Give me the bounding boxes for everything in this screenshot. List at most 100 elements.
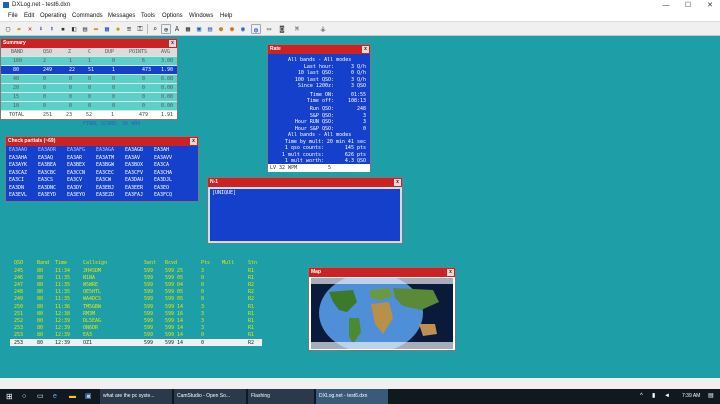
menu-options[interactable]: Options: [162, 13, 183, 19]
partial-callsign[interactable]: EA3FCQ: [154, 192, 172, 198]
export-icon[interactable]: ◧: [69, 24, 79, 34]
log-row[interactable]: 249 80 11:35 WA4DCS 599 599 05 0 R2: [10, 296, 262, 303]
clock[interactable]: 7:39 AM: [682, 389, 700, 404]
import-icon[interactable]: ▦: [102, 24, 112, 34]
partial-callsign[interactable]: EA3EYO: [67, 192, 85, 198]
antenna-icon[interactable]: ⚶: [318, 24, 328, 34]
partial-callsign[interactable]: EA3FAJ: [125, 192, 143, 198]
rate-close-button[interactable]: x: [362, 46, 369, 53]
partial-callsign[interactable]: EA3AQ: [38, 155, 53, 161]
n1-close-button[interactable]: x: [394, 179, 401, 186]
partial-callsign[interactable]: EA3AGB: [125, 147, 143, 153]
partial-callsign[interactable]: EA3CAZ: [9, 170, 27, 176]
partial-callsign[interactable]: EA3DAU: [125, 177, 143, 183]
log-col-header[interactable]: QSO: [14, 260, 23, 266]
taskbar-app-flashing[interactable]: Flashing: [248, 389, 314, 404]
menu-messages[interactable]: Messages: [108, 13, 135, 19]
map-toolbar-icon[interactable]: ◍: [251, 24, 261, 34]
partial-callsign[interactable]: EA3BEA: [38, 162, 56, 168]
menu-file[interactable]: File: [8, 13, 18, 19]
window-icon[interactable]: ▣: [194, 24, 204, 34]
summary-row[interactable]: 10 0 0 0 0 0 0.00: [1, 102, 177, 110]
partial-callsign[interactable]: EA3DNC: [38, 185, 56, 191]
map-close-button[interactable]: x: [447, 269, 454, 276]
partial-callsign[interactable]: EA3DN: [9, 185, 24, 191]
summary-row[interactable]: 40 0 0 0 0 0 0.00: [1, 75, 177, 83]
layout-icon[interactable]: ▤: [205, 24, 215, 34]
taskbar-app-dxlog[interactable]: DXLog.net - test6.dxn: [316, 389, 388, 404]
band-icon[interactable]: ●: [227, 24, 237, 34]
arrow-down-icon[interactable]: ⬇: [36, 24, 46, 34]
log-row[interactable]: 248 80 11:35 OE5HTL 599 599 05 0 R2: [10, 289, 262, 296]
partial-callsign[interactable]: EA3CI: [9, 177, 24, 183]
partial-callsign[interactable]: EA3ADR: [38, 147, 56, 153]
log-col-header[interactable]: Rcvd: [165, 260, 177, 266]
network-icon[interactable]: ⌘: [292, 24, 302, 34]
partial-callsign[interactable]: EA3BGW: [96, 162, 114, 168]
close-button[interactable]: ✕: [703, 0, 717, 11]
partial-callsign[interactable]: EA3CW: [96, 177, 111, 183]
key-icon[interactable]: ⚿: [135, 24, 145, 34]
taskbar-app-camstudio[interactable]: CamStudio - Open So...: [174, 389, 246, 404]
open-icon[interactable]: ▰: [14, 24, 24, 34]
windows-start-icon[interactable]: ⊞: [6, 389, 13, 404]
partial-callsign[interactable]: EA3CBC: [38, 170, 56, 176]
folder-icon[interactable]: ▬: [91, 24, 101, 34]
zoom-icon[interactable]: ⊕: [161, 24, 171, 34]
partial-callsign[interactable]: EA3CFV: [125, 170, 143, 176]
partial-callsign[interactable]: EA3EBJ: [96, 185, 114, 191]
log-row[interactable]: 246 80 11:35 N1NA 599 599 05 0 R1: [10, 274, 262, 281]
log-row[interactable]: 253 80 12:39 OZ1 599 599 14 0 R2: [10, 339, 262, 346]
log-row[interactable]: 253 80 12:39 EA3 599 599 14 0 R1: [10, 332, 262, 339]
partial-callsign[interactable]: EA3EO: [154, 185, 169, 191]
partial-callsign[interactable]: EA3CS: [38, 177, 53, 183]
summary-close-button[interactable]: x: [169, 40, 176, 47]
log-col-header[interactable]: Band: [37, 260, 49, 266]
partial-callsign[interactable]: EA3DJL: [154, 177, 172, 183]
color-icon[interactable]: ●: [216, 24, 226, 34]
summary-row[interactable]: 160 2 1 1 0 6 3.00: [1, 57, 177, 65]
maximize-button[interactable]: ☐: [681, 0, 695, 11]
camera-icon[interactable]: ◙: [277, 24, 287, 34]
log-row[interactable]: 253 80 12:39 ON6DR 599 599 14 3 R1: [10, 325, 262, 332]
partial-callsign[interactable]: EA3AV: [125, 155, 140, 161]
log-col-header[interactable]: Stn: [248, 260, 257, 266]
partial-callsign[interactable]: EA3BEX: [67, 162, 85, 168]
globe-icon[interactable]: ◉: [238, 24, 248, 34]
find-icon[interactable]: ⌕: [150, 24, 160, 34]
tray-up-icon[interactable]: ^: [640, 389, 643, 404]
task-view-icon[interactable]: ▭: [37, 389, 44, 404]
log-col-header[interactable]: Time: [55, 260, 67, 266]
partial-callsign[interactable]: EA3AGA: [96, 147, 114, 153]
save-icon[interactable]: ▪: [58, 24, 68, 34]
menu-windows[interactable]: Windows: [189, 13, 213, 19]
log-row[interactable]: 247 80 11:35 W5WRE 599 599 04 0 R2: [10, 281, 262, 288]
monitor-icon[interactable]: ▭: [264, 24, 274, 34]
log-col-header[interactable]: Pts: [201, 260, 210, 266]
partial-callsign[interactable]: EA3EZD: [96, 192, 114, 198]
new-icon[interactable]: ▢: [3, 24, 13, 34]
explorer-icon[interactable]: ▬: [69, 389, 76, 404]
log-col-header[interactable]: Mult: [222, 260, 234, 266]
partial-callsign[interactable]: EA3EER: [125, 185, 143, 191]
store-icon[interactable]: ▣: [85, 389, 92, 404]
menu-edit[interactable]: Edit: [24, 13, 34, 19]
menu-tools[interactable]: Tools: [141, 13, 155, 19]
text-icon[interactable]: A: [172, 24, 182, 34]
partial-callsign[interactable]: EA3AH: [154, 147, 169, 153]
log-row[interactable]: 245 80 11:34 JH4SDM 599 599 25 3 R1: [10, 267, 262, 274]
menu-commands[interactable]: Commands: [72, 13, 103, 19]
partial-callsign[interactable]: EA3EVL: [9, 192, 27, 198]
log-col-header[interactable]: Sent: [144, 260, 156, 266]
partial-callsign[interactable]: EA3CEC: [96, 170, 114, 176]
delete-icon[interactable]: ✕: [25, 24, 35, 34]
check-partials-close-button[interactable]: x: [190, 138, 197, 145]
edge-icon[interactable]: e: [53, 389, 57, 404]
minimize-button[interactable]: —: [659, 0, 673, 11]
summary-row[interactable]: 20 0 0 0 0 0 0.00: [1, 84, 177, 92]
partial-callsign[interactable]: EA3AVV: [154, 155, 172, 161]
partial-callsign[interactable]: EA3AFG: [67, 147, 85, 153]
partial-callsign[interactable]: EA3CCN: [67, 170, 85, 176]
summary-row[interactable]: 80 249 22 51 1 473 1.90: [1, 66, 177, 74]
partial-callsign[interactable]: EA3BOX: [125, 162, 143, 168]
